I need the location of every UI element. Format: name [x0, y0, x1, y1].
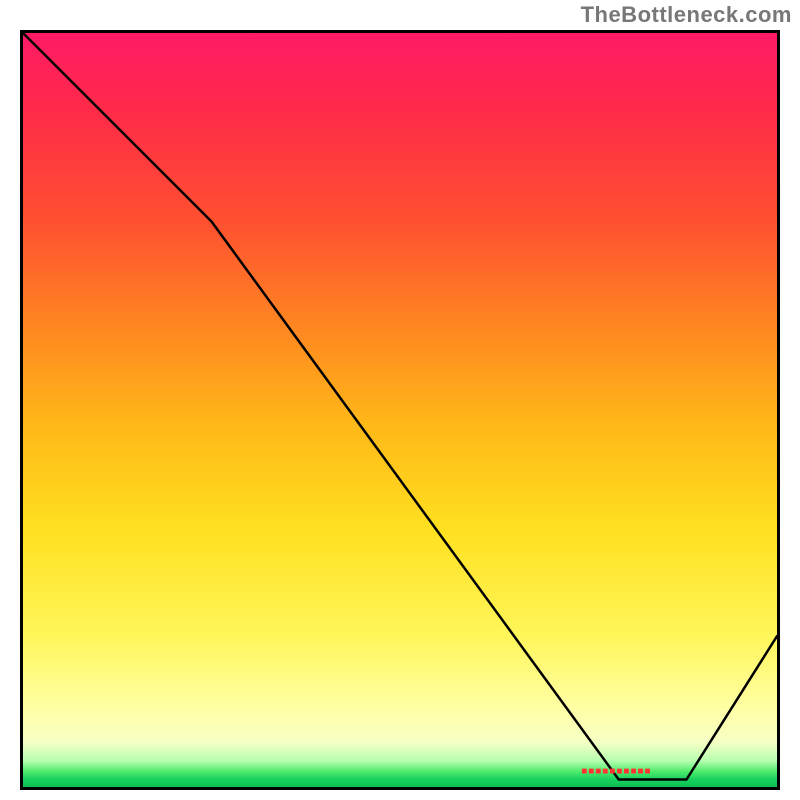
chart-annotation: ■■■■■■■■■■: [581, 766, 651, 777]
chart-line-layer: [23, 33, 777, 787]
chart-series-curve: [23, 33, 777, 780]
watermark-text: TheBottleneck.com: [581, 2, 792, 28]
chart-area: ■■■■■■■■■■: [20, 30, 780, 790]
